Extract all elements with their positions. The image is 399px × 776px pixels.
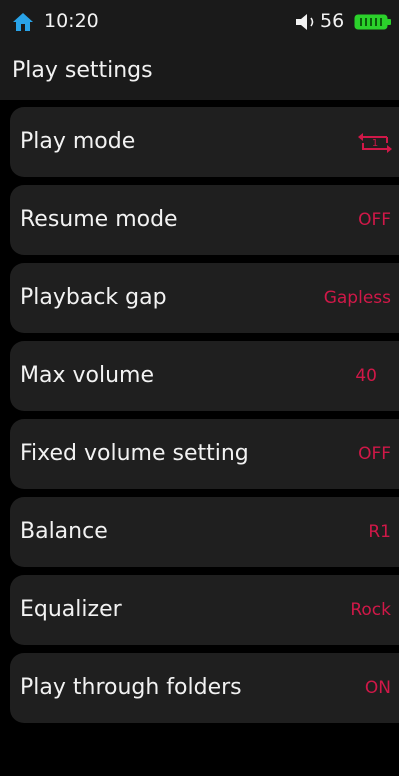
setting-resume-mode[interactable]: Resume mode OFF: [10, 185, 399, 255]
setting-label: Max volume: [20, 363, 154, 388]
setting-label: Play through folders: [20, 675, 242, 700]
setting-max-volume[interactable]: Max volume 40: [10, 341, 399, 411]
setting-label: Playback gap: [20, 285, 167, 310]
setting-play-mode[interactable]: Play mode 1: [10, 107, 399, 177]
setting-equalizer[interactable]: Equalizer Rock: [10, 575, 399, 645]
setting-play-through-folders[interactable]: Play through folders ON: [10, 653, 399, 723]
setting-balance[interactable]: Balance R1: [10, 497, 399, 567]
settings-list: Play mode 1 Resume mode OFF Playback gap…: [10, 107, 399, 731]
setting-value: OFF: [358, 444, 391, 464]
setting-value: 40: [355, 366, 377, 386]
svg-text:1: 1: [372, 138, 378, 149]
setting-label: Balance: [20, 519, 108, 544]
setting-value: Rock: [350, 600, 391, 620]
setting-playback-gap[interactable]: Playback gap Gapless: [10, 263, 399, 333]
volume-level: 56: [320, 10, 345, 32]
setting-label: Play mode: [20, 129, 136, 154]
setting-value: ON: [364, 678, 391, 698]
setting-label: Fixed volume setting: [20, 441, 249, 466]
status-bar: 10:20 56: [0, 0, 399, 42]
setting-fixed-volume[interactable]: Fixed volume setting OFF: [10, 419, 399, 489]
battery-icon: [354, 14, 391, 30]
speaker-icon: [296, 14, 314, 30]
setting-value: Gapless: [323, 288, 391, 308]
setting-label: Resume mode: [20, 207, 178, 232]
status-time: 10:20: [44, 10, 99, 32]
home-icon: [13, 13, 33, 31]
setting-label: Equalizer: [20, 597, 122, 622]
repeat-one-icon: 1: [358, 133, 392, 153]
setting-value: R1: [368, 522, 391, 542]
page-title: Play settings: [12, 58, 153, 83]
page-header: Play settings: [0, 42, 399, 100]
setting-value: OFF: [358, 210, 391, 230]
